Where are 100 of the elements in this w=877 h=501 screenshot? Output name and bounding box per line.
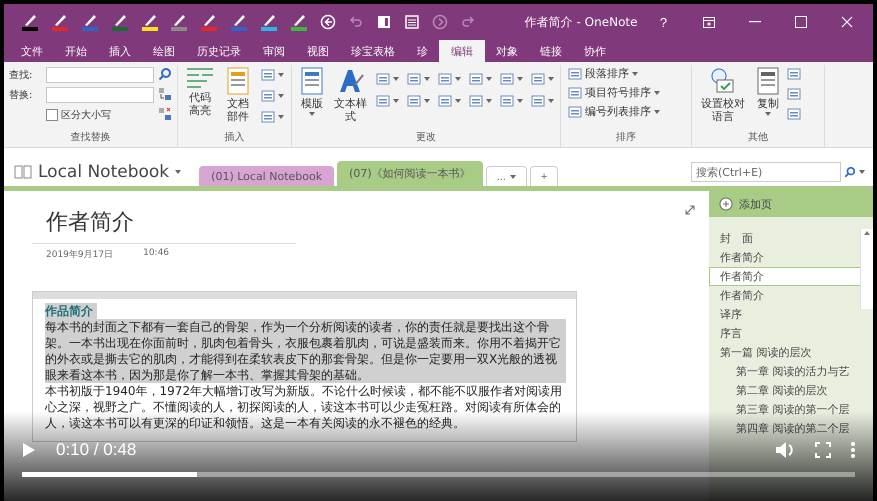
check-button[interactable]: [498, 71, 526, 87]
page-tab[interactable]: 第三章 阅读的第一个层: [709, 400, 860, 419]
numbering-button[interactable]: [374, 93, 402, 109]
notebook-picker[interactable]: Local Notebook: [14, 162, 188, 186]
scrollbar[interactable]: [860, 229, 873, 309]
font-shrink-button[interactable]: [405, 71, 432, 87]
document-parts-button[interactable]: 文档部件: [221, 65, 255, 125]
page-tab[interactable]: 封 面: [709, 229, 860, 248]
page-tab[interactable]: 译序: [709, 305, 860, 324]
more-sections-tab[interactable]: ...: [486, 166, 527, 186]
proofing-language-button[interactable]: 设置校对语言: [697, 65, 749, 125]
close-icon: [841, 16, 854, 28]
page-time: 10:46: [143, 248, 170, 260]
caret-icon: [455, 77, 462, 81]
page-tab[interactable]: 第一篇 阅读的层次: [709, 343, 860, 362]
scroll-up-icon[interactable]: [863, 229, 871, 237]
checkbox-button[interactable]: [467, 93, 494, 109]
search-icon[interactable]: [158, 67, 172, 81]
lines-icon[interactable]: [261, 68, 275, 82]
text-style-button[interactable]: 文本样式: [331, 65, 370, 125]
group-label: 更改: [416, 131, 436, 145]
replace-all-icon[interactable]: [158, 107, 172, 121]
ribbon-tab[interactable]: 历史记录: [186, 40, 252, 62]
caret-icon: [654, 90, 660, 94]
container-handle-bar[interactable]: [33, 292, 576, 299]
sort-menu-button[interactable]: 项目符号排序: [566, 84, 662, 101]
more-icon[interactable]: [851, 442, 855, 458]
volume-icon[interactable]: [775, 441, 795, 459]
forward-icon[interactable]: [432, 14, 448, 30]
page-tab[interactable]: 作者简介: [709, 248, 860, 267]
table-button[interactable]: [259, 109, 286, 125]
find-field[interactable]: [46, 67, 154, 83]
sort-lines-button[interactable]: [259, 67, 286, 83]
format-button[interactable]: [529, 71, 556, 87]
page-tab[interactable]: 作者简介: [709, 286, 860, 305]
video-time: 0:10 / 0:48: [56, 440, 136, 460]
replace-field[interactable]: [46, 87, 154, 103]
page-tab[interactable]: 第一章 阅读的活力与艺: [709, 362, 860, 381]
ribbon-tab[interactable]: 链接: [529, 40, 573, 62]
expand-icon[interactable]: [685, 205, 695, 215]
page-tab[interactable]: 作者简介: [709, 267, 860, 286]
caret-icon: [278, 115, 284, 119]
group-label: 其他: [748, 130, 768, 145]
caret-icon: [654, 110, 660, 114]
ribbon-tab[interactable]: 插入: [98, 40, 142, 62]
select-button[interactable]: [529, 93, 556, 109]
calendar-button[interactable]: [259, 88, 286, 104]
sort-menu-button[interactable]: 段落排序: [566, 65, 640, 82]
document-icon: [225, 67, 251, 95]
play-icon[interactable]: [22, 442, 36, 458]
ribbon-tab[interactable]: 开始: [54, 40, 98, 62]
ribbon-tab[interactable]: 文件: [10, 40, 54, 62]
caret-icon: [548, 99, 554, 103]
ribbon-tab[interactable]: 对象: [485, 40, 529, 62]
page-tab[interactable]: 第二章 阅读的层次: [709, 381, 860, 400]
caret-icon: [486, 99, 492, 103]
add-section-tab[interactable]: +: [530, 166, 558, 186]
group-label: 查找替换: [70, 130, 110, 145]
ribbon-tab[interactable]: 编辑: [439, 40, 485, 62]
ribbon-tab[interactable]: 协作: [573, 40, 617, 62]
add-page-button[interactable]: 添加页: [709, 191, 873, 217]
ribbon-tab[interactable]: 珍宝表格: [340, 40, 406, 62]
code-highlight-button[interactable]: 代码高亮: [183, 65, 217, 119]
sort-menu-button[interactable]: 编号列表排序: [566, 103, 662, 120]
ribbon-tab[interactable]: 绘图: [142, 40, 186, 62]
ribbon-tab[interactable]: 视图: [296, 40, 340, 62]
search-icon[interactable]: [844, 166, 856, 178]
page-view-icon[interactable]: [404, 14, 420, 30]
fullscreen-icon[interactable]: [815, 442, 831, 458]
section-tab[interactable]: (01) Local Notebook: [199, 166, 334, 186]
bullets-button[interactable]: [498, 93, 526, 109]
maximize-icon: [795, 16, 808, 28]
spelling-button[interactable]: [467, 71, 494, 87]
match-case-label: 区分大小写: [61, 108, 111, 122]
caret-icon: [424, 77, 430, 81]
strike-button[interactable]: [436, 93, 464, 109]
caret-icon: [517, 99, 524, 103]
ribbon-tab[interactable]: 审阅: [252, 40, 296, 62]
page-tab[interactable]: 序言: [709, 324, 860, 343]
template-button[interactable]: 模版: [297, 65, 327, 118]
border-button[interactable]: [405, 93, 432, 109]
copy-button[interactable]: 复制: [753, 65, 783, 118]
caret-icon: [424, 99, 430, 103]
caret-icon: [175, 170, 182, 174]
case-button[interactable]: [436, 71, 464, 87]
ribbon-tab[interactable]: 珍: [406, 40, 439, 62]
group-label: 排序: [616, 130, 636, 145]
match-case-checkbox[interactable]: [46, 109, 58, 121]
replace-label: 替换:: [9, 88, 34, 102]
dock-icon[interactable]: [376, 14, 392, 30]
search-field[interactable]: 搜索(Ctrl+E): [691, 162, 841, 182]
caret-icon: [517, 77, 524, 81]
help-button[interactable]: ?: [644, 7, 684, 37]
replace-icon[interactable]: [158, 87, 172, 101]
page-title: 作者简介: [32, 207, 296, 244]
page-tab[interactable]: 第四章 阅读的第二个层: [709, 419, 860, 438]
section-tab[interactable]: (07)《如何阅读一本书》: [337, 161, 483, 186]
font-grow-button[interactable]: [374, 71, 402, 87]
video-progress-track[interactable]: [22, 472, 855, 477]
back-icon[interactable]: [320, 14, 336, 30]
